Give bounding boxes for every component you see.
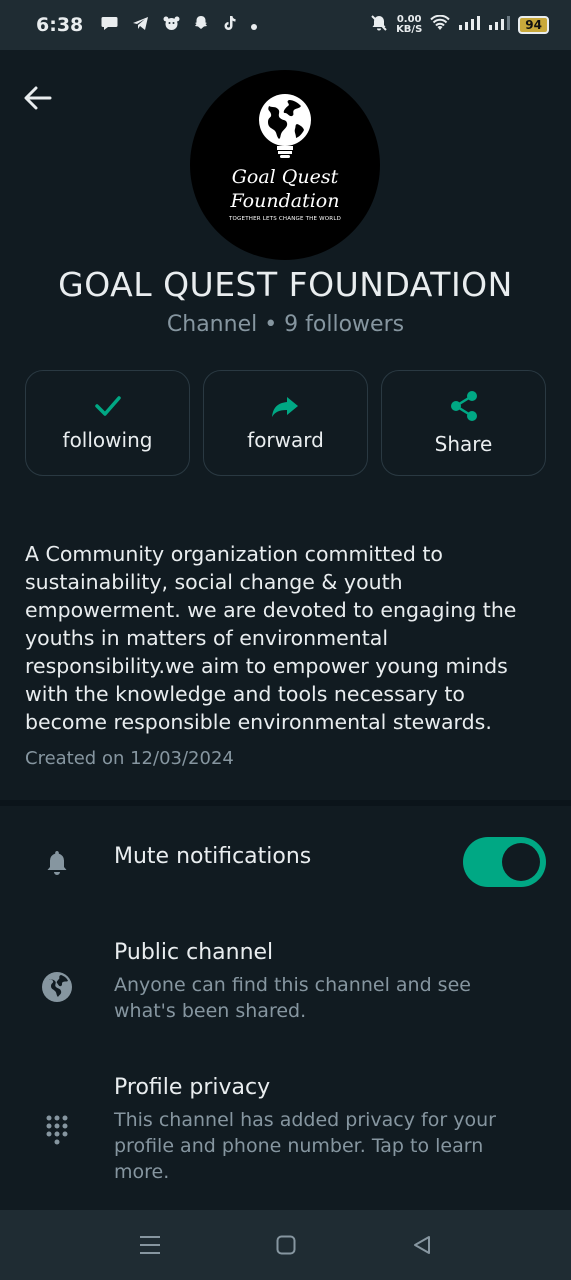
channel-description: A Community organization committed to su… — [25, 542, 517, 734]
public-channel-subtitle: Anyone can find this channel and see wha… — [114, 974, 471, 1022]
following-label: following — [62, 428, 153, 452]
recent-apps-button[interactable] — [136, 1231, 164, 1259]
dialpad-icon — [40, 1113, 74, 1147]
tiktok-icon — [222, 15, 236, 35]
mute-bell-icon — [370, 14, 388, 36]
globe-icon — [40, 970, 74, 1004]
profile-privacy-row[interactable]: Profile privacy This channel has added p… — [0, 1075, 571, 1190]
created-date: Created on 12/03/2024 — [25, 748, 234, 769]
public-channel-row: Public channel Anyone can find this chan… — [0, 940, 571, 1030]
share-label: Share — [434, 432, 493, 456]
mute-notifications-title: Mute notifications — [114, 844, 312, 869]
dot-icon — [250, 16, 258, 35]
network-speed-unit: KB/S — [396, 24, 423, 35]
status-bar: 6:38 0.00 KB/S 94 — [0, 0, 571, 50]
signal-icon — [458, 15, 481, 35]
menu-icon — [139, 1236, 160, 1254]
back-nav-button[interactable] — [408, 1231, 436, 1259]
back-triangle-icon — [413, 1236, 430, 1254]
action-buttons: following forward Share — [25, 370, 546, 476]
home-icon — [276, 1235, 295, 1255]
logo-line2: Foundation — [230, 190, 340, 212]
channel-name: GOAL QUEST FOUNDATION — [58, 265, 513, 304]
section-divider — [0, 800, 571, 806]
system-nav-bar — [0, 1210, 571, 1280]
snapchat-icon — [194, 15, 208, 35]
mute-toggle[interactable] — [463, 837, 546, 887]
network-speed: 0.00 KB/S — [396, 15, 422, 35]
bell-icon — [40, 846, 74, 880]
globe-lightbulb-icon — [259, 94, 311, 158]
telegram-icon — [132, 16, 149, 35]
toggle-knob — [502, 843, 540, 881]
following-button[interactable]: following — [25, 370, 190, 476]
logo-tagline: TOGETHER LETS CHANGE THE WORLD — [228, 216, 342, 222]
system-status: 0.00 KB/S 94 — [370, 14, 549, 36]
home-button[interactable] — [272, 1231, 300, 1259]
public-channel-title: Public channel — [114, 940, 274, 965]
battery-icon: 94 — [518, 16, 549, 34]
profile-privacy-subtitle: This channel has added privacy for your … — [114, 1109, 496, 1183]
channel-avatar[interactable]: Goal Quest Foundation TOGETHER LETS CHAN… — [190, 70, 380, 260]
forward-icon — [271, 397, 298, 417]
dog-icon — [163, 15, 180, 35]
check-icon — [94, 396, 121, 416]
chat-bubble-icon — [101, 16, 118, 35]
channel-info-screen: Goal Quest Foundation TOGETHER LETS CHAN… — [0, 50, 571, 1210]
forward-button[interactable]: forward — [203, 370, 368, 476]
arrow-left-icon — [24, 86, 52, 110]
share-button[interactable]: Share — [381, 370, 546, 476]
profile-privacy-title: Profile privacy — [114, 1075, 271, 1100]
back-button[interactable] — [20, 80, 56, 116]
forward-label: forward — [247, 428, 324, 452]
share-icon — [450, 391, 477, 421]
channel-meta: Channel • 9 followers — [166, 312, 405, 337]
status-time: 6:38 — [36, 14, 84, 36]
logo-line1: Goal Quest — [231, 166, 339, 188]
signal-icon-2 — [488, 15, 511, 35]
notification-icons — [101, 15, 258, 35]
wifi-icon — [430, 14, 451, 35]
